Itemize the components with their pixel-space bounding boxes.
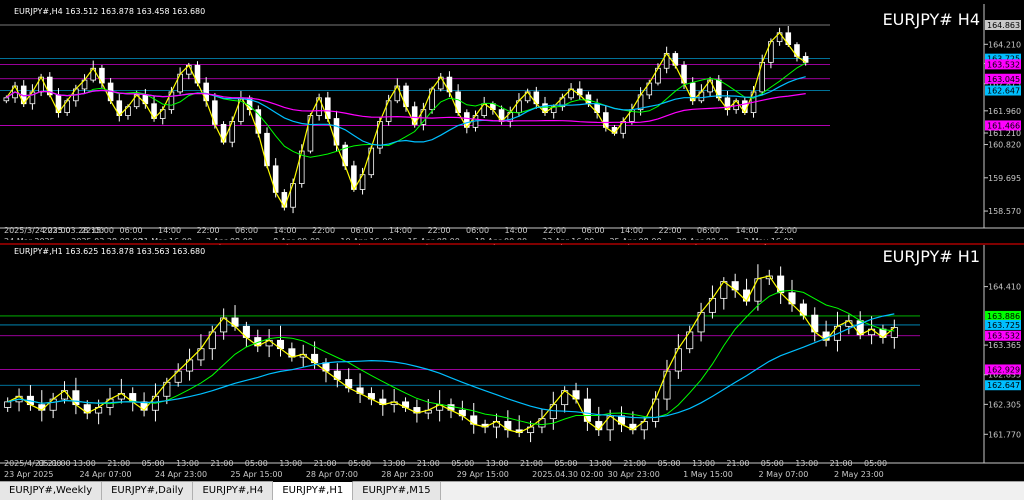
h1-date-label: 1 May 15:00 xyxy=(683,470,733,479)
h1-date-label: 24 Apr 07:00 xyxy=(79,470,131,479)
h1-price-axis-label: 163.365 xyxy=(988,341,1021,350)
tab-eurjpy-weekly[interactable]: EURJPY#,Weekly xyxy=(0,482,103,500)
h1-time-label: 13:00 xyxy=(382,459,405,468)
h1-time-label: 05:00 xyxy=(864,459,887,468)
h1-date-label: 30 Apr 23:00 xyxy=(608,470,660,479)
h1-price-tag-label: 163.725 xyxy=(987,321,1020,330)
h1-price-axis-label: 162.305 xyxy=(988,400,1021,409)
h1-date-label: 23 Apr 2025 xyxy=(4,470,53,479)
h4-time-label: 06:00 xyxy=(351,226,374,235)
h4-time-label: 22:00 xyxy=(428,226,451,235)
h4-time-label: 06:00 xyxy=(582,226,605,235)
tab-eurjpy-m15[interactable]: EURJPY#,M15 xyxy=(353,482,441,500)
h1-time-label: 05:00 xyxy=(658,459,681,468)
h4-time-label: 14:00 xyxy=(620,226,643,235)
h4-chart-panel[interactable]: EURJPY#,H4 163.512 163.878 163.458 163.6… xyxy=(0,4,1024,246)
h1-time-label: 21:00 xyxy=(107,459,130,468)
h4-price-tag-label: 164.863 xyxy=(987,21,1020,30)
h1-date-label: 2025.04.30 02:00 xyxy=(532,470,603,479)
tab-eurjpy-daily[interactable]: EURJPY#,Daily xyxy=(102,482,194,500)
h1-watermark: EURJPY# H1 xyxy=(883,247,980,266)
tab-eurjpy-h1[interactable]: EURJPY#,H1 xyxy=(273,481,354,500)
h1-time-label: 13:00 xyxy=(73,459,96,468)
h4-price-tag-label: 162.647 xyxy=(987,87,1020,96)
h4-time-label: 22:00 xyxy=(197,226,220,235)
h1-time-label: 21:00 xyxy=(210,459,233,468)
h1-date-label: 24 Apr 23:00 xyxy=(155,470,207,479)
h1-price-tag-label: 163.532 xyxy=(987,332,1020,341)
h4-chart-header: EURJPY#,H4 163.512 163.878 163.458 163.6… xyxy=(14,7,205,16)
h1-time-label: 05:00 xyxy=(451,459,474,468)
h4-plot-background xyxy=(0,4,984,228)
h4-time-label: 14:00 xyxy=(505,226,528,235)
h1-time-label: 05:00 xyxy=(38,459,61,468)
h1-date-label: 28 Apr 23:00 xyxy=(381,470,433,479)
h1-price-axis-label: 161.770 xyxy=(988,430,1021,439)
h1-time-label: 05:00 xyxy=(761,459,784,468)
h1-time-label: 21:00 xyxy=(623,459,646,468)
chart-tab-bar: EURJPY#,Weekly EURJPY#,Daily EURJPY#,H4 EUR… xyxy=(0,481,1024,500)
h4-price-axis-label: 164.210 xyxy=(988,40,1021,49)
tab-eurjpy-h4[interactable]: EURJPY#,H4 xyxy=(193,482,274,500)
h4-price-axis-label: 159.695 xyxy=(988,174,1021,183)
h4-watermark: EURJPY# H4 xyxy=(883,10,980,29)
h4-time-label: 06:00 xyxy=(235,226,258,235)
h4-time-label: 22:00 xyxy=(312,226,335,235)
h1-time-label: 13:00 xyxy=(486,459,509,468)
h1-price-axis-label: 164.410 xyxy=(988,283,1021,292)
h1-time-label: 21:00 xyxy=(314,459,337,468)
h1-time-label: 05:00 xyxy=(142,459,165,468)
h4-time-label: 14:00 xyxy=(736,226,759,235)
h4-price-axis-label: 160.820 xyxy=(988,141,1021,150)
h1-time-label: 05:00 xyxy=(245,459,268,468)
h1-date-label: 2 May 07:00 xyxy=(759,470,809,479)
h1-chart-panel[interactable]: EURJPY#,H1 163.625 163.878 163.563 163.6… xyxy=(0,245,1024,479)
h1-price-tag-label: 162.929 xyxy=(987,365,1020,374)
h1-price-axis: 164.410163.365162.835162.305161.770 xyxy=(984,283,1021,439)
h1-date-label: 2 May 23:00 xyxy=(834,470,884,479)
h1-date-label: 25 Apr 15:00 xyxy=(230,470,282,479)
h1-chart-header: EURJPY#,H1 163.625 163.878 163.563 163.6… xyxy=(14,247,205,256)
h1-time-label: 05:00 xyxy=(554,459,577,468)
h1-date-label: 28 Apr 07:00 xyxy=(306,470,358,479)
h1-time-label: 21:00 xyxy=(417,459,440,468)
trading-charts[interactable]: EURJPY#,H4 163.512 163.878 163.458 163.6… xyxy=(0,0,1024,499)
h4-time-label: 06:00 xyxy=(466,226,489,235)
h1-time-label: 21:00 xyxy=(726,459,749,468)
h4-time-label: 22:00 xyxy=(659,226,682,235)
h1-date-label: 29 Apr 15:00 xyxy=(457,470,509,479)
h4-time-label: 22:00 xyxy=(774,226,797,235)
h1-time-label: 13:00 xyxy=(589,459,612,468)
panel-separator[interactable] xyxy=(0,240,1024,244)
h4-time-label: 06:00 xyxy=(697,226,720,235)
h1-price-tag-label: 163.886 xyxy=(987,312,1020,321)
h1-time-label: 13:00 xyxy=(279,459,302,468)
h4-time-label: 22:00 xyxy=(81,226,104,235)
h1-price-tag-label: 162.647 xyxy=(987,381,1020,390)
h4-price-tag-label: 161.466 xyxy=(987,121,1020,130)
h1-time-label: 13:00 xyxy=(795,459,818,468)
h4-candle-body xyxy=(3,97,10,102)
h1-time-label: 13:00 xyxy=(176,459,199,468)
h4-time-label: 14:00 xyxy=(158,226,181,235)
h4-time-label: 22:00 xyxy=(543,226,566,235)
h1-plot-background xyxy=(0,245,984,463)
h1-time-label: 21:00 xyxy=(520,459,543,468)
h4-price-axis-label: 161.960 xyxy=(988,107,1021,116)
h1-time-label: 21:00 xyxy=(830,459,853,468)
h4-price-tag-label: 163.045 xyxy=(987,75,1020,84)
h1-candle-body xyxy=(4,401,12,408)
h4-time-label: 14:00 xyxy=(274,226,297,235)
h4-price-tag-label: 163.532 xyxy=(987,60,1020,69)
h4-time-label: 06:00 xyxy=(120,226,143,235)
h4-price-axis-label: 158.570 xyxy=(988,207,1021,216)
h1-time-label: 13:00 xyxy=(692,459,715,468)
h1-time-label: 05:00 xyxy=(348,459,371,468)
h4-time-label: 14:00 xyxy=(389,226,412,235)
